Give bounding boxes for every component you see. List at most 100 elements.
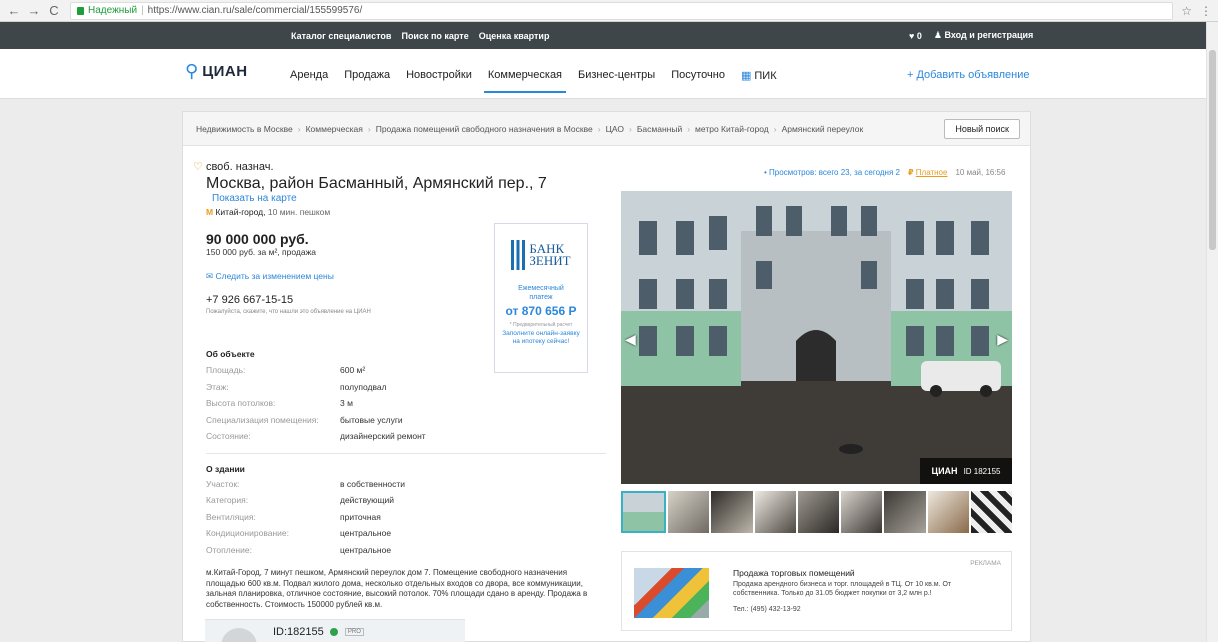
photo-badge-logo: ЦИАН [931, 466, 958, 476]
bookmark-star-icon[interactable]: ☆ [1181, 4, 1192, 18]
photo-thumbnail[interactable] [711, 491, 753, 533]
login-link[interactable]: ♟ Вход и регистрация [934, 30, 1033, 41]
new-search-button[interactable]: Новый поиск [944, 119, 1020, 139]
browser-menu-icon[interactable]: ⋮ [1200, 4, 1212, 18]
photo-thumbnail[interactable] [841, 491, 883, 533]
top-bar: Каталог специалистов Поиск по карте Оцен… [0, 22, 1218, 49]
property-row: Состояние: дизайнерский ремонт [206, 428, 606, 445]
property-key: Высота потолков: [206, 398, 276, 409]
photo-thumbnail[interactable] [668, 491, 710, 533]
building-properties: Участок: в собственности Категория: действ… [206, 476, 606, 559]
secure-label: Надежный [88, 5, 138, 16]
bank-logo: БАНК ЗЕНИТ [495, 230, 587, 280]
paid-icon: ₽ [907, 168, 914, 177]
next-photo-icon[interactable]: ▶ [997, 331, 1008, 348]
previous-photo-icon[interactable]: ◀ [625, 331, 636, 348]
building-section-title: О здании [206, 463, 245, 474]
pro-badge: PRO [344, 628, 364, 637]
photo-thumbnails [621, 491, 1012, 533]
nav-item-business-centers[interactable]: Бизнес-центры [578, 69, 655, 82]
bank-ad[interactable]: БАНК ЗЕНИТ Ежемесячный платеж от 870 656 Р… [494, 223, 588, 373]
main-photo[interactable]: ◀ ▶ ЦИАН ID 182155 [621, 191, 1012, 484]
topbar-link-map-search[interactable]: Поиск по карте [401, 31, 468, 41]
listing-meta: • Просмотров: всего 23, за сегодня 2 ₽ П… [764, 168, 1005, 177]
chevron-right-icon: › [628, 123, 632, 134]
property-row: Кондиционирование: центральное [206, 525, 606, 542]
metro-info: М Китай-город, 10 мин. пешком [206, 207, 603, 217]
breadcrumb-item[interactable]: метро Китай-город [695, 124, 769, 134]
breadcrumb-item[interactable]: Продажа помещений свободного назначения … [376, 124, 593, 134]
agent-id[interactable]: ID:182155 PRO [273, 626, 364, 638]
listing-description: м.Китай-Город, 7 минут пешком, Армянский… [206, 568, 588, 609]
scrollbar-thumb[interactable] [1209, 50, 1216, 250]
paid-label: Платное [915, 168, 948, 177]
address-bar[interactable]: Надежный | https://www.cian.ru/sale/comm… [70, 1, 1174, 20]
property-row: Отопление: центральное [206, 542, 606, 559]
pik-logo-icon: ▦ [740, 70, 752, 82]
url-text: https://www.cian.ru/sale/commercial/1555… [147, 5, 363, 16]
favorites-link[interactable]: ♥ 0 [909, 31, 922, 41]
promo-ad[interactable]: РЕКЛАМА Продажа торговых помещений Прода… [621, 551, 1012, 631]
property-row: Участок: в собственности [206, 476, 606, 493]
agent-id-label: ID:182155 [273, 626, 324, 638]
site-logo[interactable]: ⚲ ЦИАН [185, 61, 248, 82]
nav-item-commercial[interactable]: Коммерческая [483, 69, 567, 93]
nav-item-sale[interactable]: Продажа [344, 69, 390, 82]
property-value: в собственности [340, 478, 406, 489]
property-key: Кондиционирование: [206, 528, 289, 539]
topbar-link-valuation[interactable]: Оценка квартир [479, 31, 550, 41]
metro-icon: М [206, 207, 214, 217]
property-key: Вентиляция: [206, 511, 256, 522]
property-value: действующий [340, 495, 395, 506]
metro-station[interactable]: Китай-город, [215, 207, 265, 217]
nav-item-pik[interactable]: ▦ ПИК [741, 69, 777, 82]
reload-icon[interactable]: C [46, 3, 62, 18]
paid-badge[interactable]: ₽ Платное [908, 168, 947, 177]
breadcrumb-item[interactable]: Армянский переулок [782, 124, 864, 134]
main-nav: ⚲ ЦИАН Аренда Продажа Новостройки Коммер… [0, 49, 1218, 99]
property-row: Вентиляция: приточная [206, 509, 606, 526]
property-value: дизайнерский ремонт [340, 431, 426, 442]
promo-phone: Тел.: (495) 432-13-92 [733, 606, 801, 613]
back-icon[interactable]: ← [6, 3, 22, 18]
property-key: Категория: [206, 495, 249, 506]
bank-note: * Предварительный расчет [509, 322, 573, 328]
breadcrumb-item[interactable]: Недвижимость в Москве [196, 124, 293, 134]
logo-icon: ⚲ [185, 61, 199, 81]
photo-thumbnail[interactable] [927, 491, 969, 533]
listing-card: Недвижимость в Москве › Коммерческая › Про… [182, 111, 1031, 642]
topbar-link-specialists[interactable]: Каталог специалистов [291, 31, 391, 41]
photo-thumbnail[interactable] [884, 491, 926, 533]
nav-item-pik-label: ПИК [754, 70, 777, 82]
chevron-right-icon: › [367, 123, 371, 134]
photo-thumbnail[interactable] [754, 491, 796, 533]
courtyard-photo [621, 191, 1012, 484]
favorite-heart-icon[interactable]: ♡ [193, 161, 203, 173]
property-value: полуподвал [340, 381, 387, 392]
photo-thumbnail[interactable] [970, 491, 1012, 533]
nav-item-new-buildings[interactable]: Новостройки [406, 69, 472, 82]
property-row: Категория: действующий [206, 492, 606, 509]
mortgage-cta-link[interactable]: Заполните онлайн-заявку на ипотеку сейча… [495, 330, 587, 346]
monthly-line: платеж [529, 294, 553, 301]
property-key: Участок: [206, 478, 240, 489]
property-value: 3 м [340, 398, 353, 409]
views-count[interactable]: • Просмотров: всего 23, за сегодня 2 [764, 168, 900, 177]
page-scrollbar[interactable] [1206, 22, 1218, 642]
property-key: Специализация помещения: [206, 414, 319, 425]
photo-thumbnail[interactable] [621, 491, 667, 533]
property-row: Специализация помещения: бытовые услуги [206, 412, 606, 429]
breadcrumb-item[interactable]: ЦАО [606, 124, 624, 134]
breadcrumb-item[interactable]: Басманный [637, 124, 682, 134]
chevron-right-icon: › [597, 123, 601, 134]
bank-name-line: ЗЕНИТ [529, 253, 571, 268]
nav-item-daily[interactable]: Посуточно [671, 69, 725, 82]
envelope-icon: ✉ [206, 271, 214, 281]
photo-thumbnail[interactable] [797, 491, 840, 533]
forward-icon[interactable]: → [26, 3, 42, 18]
add-listing-link[interactable]: + Добавить объявление [907, 69, 1030, 81]
breadcrumb-item[interactable]: Коммерческая [306, 124, 363, 134]
nav-item-rent[interactable]: Аренда [290, 69, 328, 82]
show-on-map-link[interactable]: Показать на карте [212, 193, 603, 204]
promo-title[interactable]: Продажа торговых помещений [733, 568, 855, 578]
